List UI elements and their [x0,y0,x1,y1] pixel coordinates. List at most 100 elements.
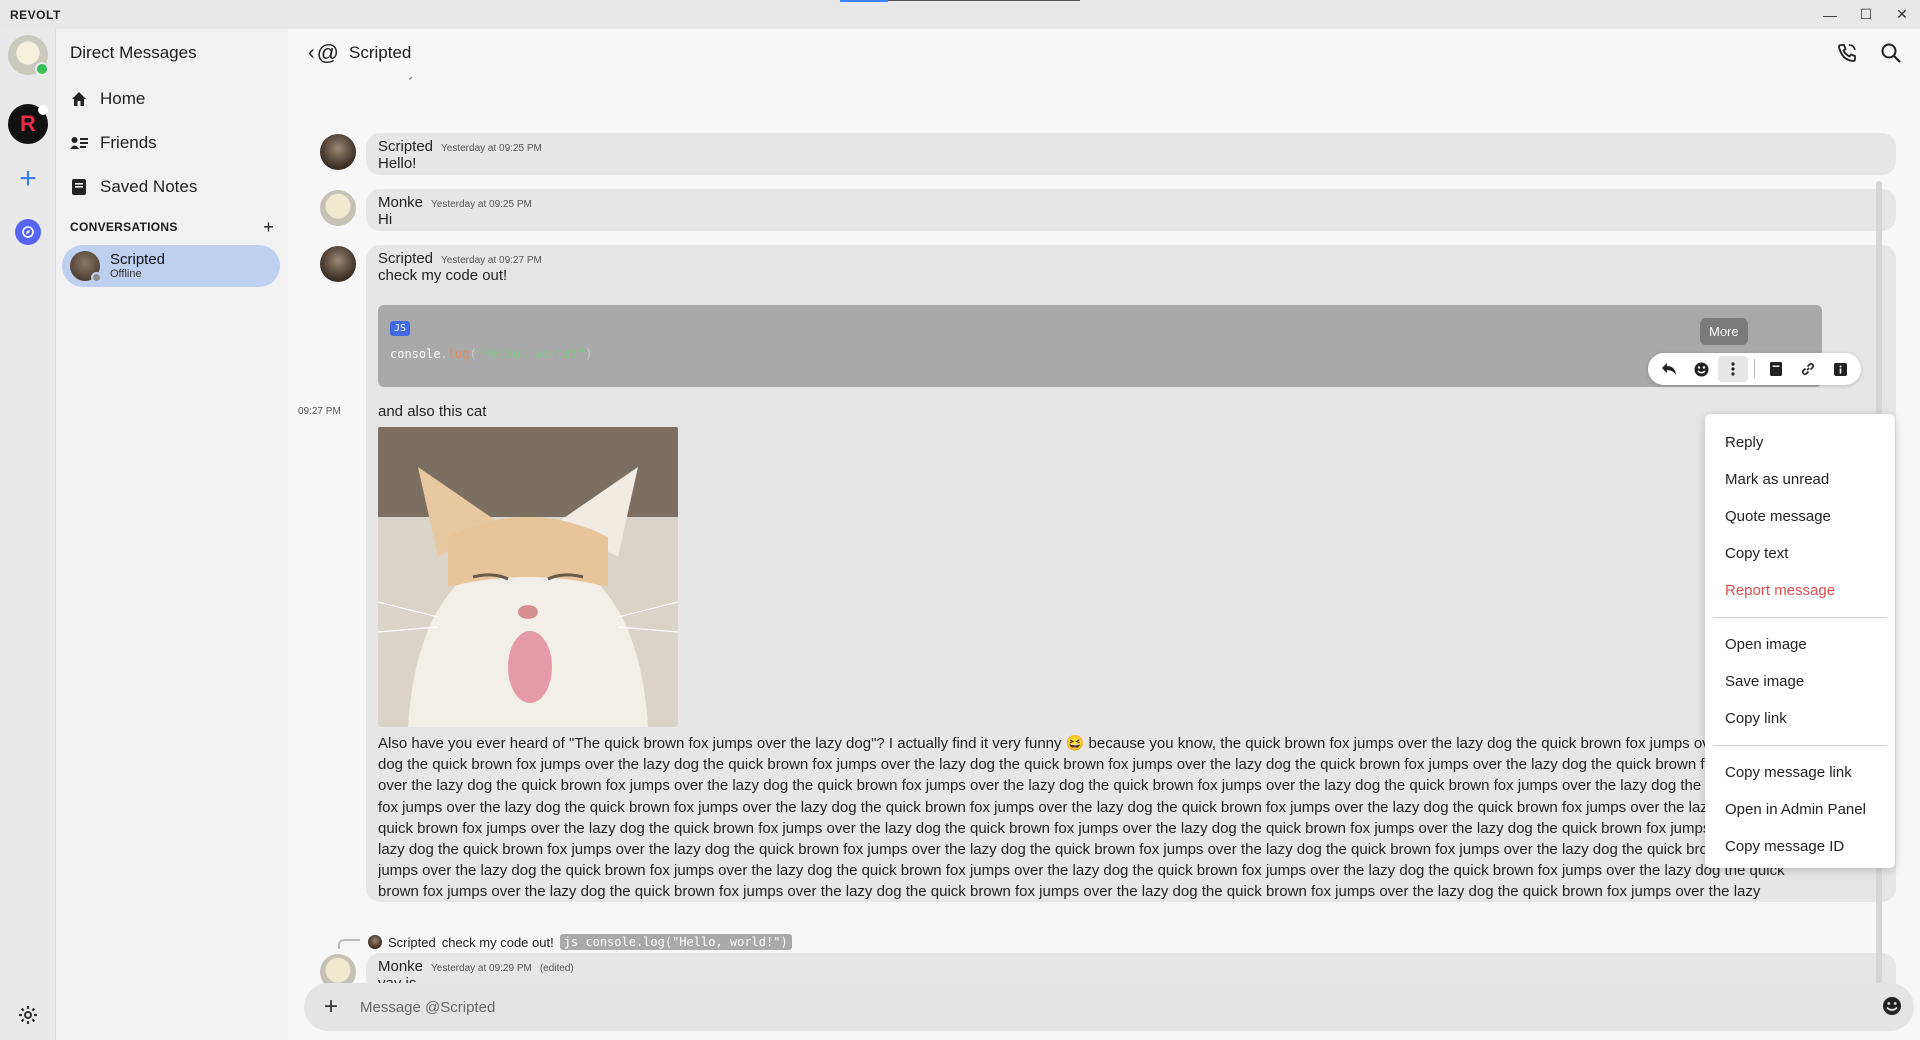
avatar [70,251,102,283]
friends-icon [70,134,88,152]
at-icon: @ [316,40,340,65]
message-author[interactable]: Scripted [378,138,433,155]
message[interactable]: and also this cat Also have you ever hea… [366,403,1896,902]
message-author[interactable]: Monke [378,194,423,211]
code-object: console [390,347,441,361]
save-note-icon[interactable] [1761,356,1791,382]
back-button[interactable]: ‹ [308,42,315,65]
chat-title: Scripted [349,43,412,62]
code-content: console.log("Hello, world!") [390,347,593,361]
maximize-button[interactable]: ☐ [1848,0,1884,29]
more-options-icon[interactable] [1718,356,1748,382]
code-language-badge: JS [390,321,411,336]
home-icon [70,90,88,108]
discover-button[interactable] [8,212,48,252]
code-string: "Hello, world!" [476,347,586,361]
message-composer: + [304,983,1914,1031]
message-list: Scripted Yesterday at 09:25 PM Hello! Mo… [288,77,1920,1031]
menu-item-mark-unread[interactable]: Mark as unread [1705,461,1895,498]
menu-item-reply[interactable]: Reply [1705,424,1895,461]
add-attachment-button[interactable]: + [316,993,346,1021]
sidebar-item-home[interactable]: Home [56,77,288,121]
message-group[interactable]: Scripted Yesterday at 09:27 PM check my … [366,245,1896,902]
message[interactable]: Monke Yesterday at 09:25 PM Hi [366,189,1896,231]
titlebar-accent [840,0,888,2]
menu-item-open-admin-panel[interactable]: Open in Admin Panel [1705,791,1895,828]
reply-reference[interactable]: Scripted check my code out! js console.l… [368,934,792,950]
reply-author: Scripted [388,934,436,950]
menu-item-copy-message-link[interactable]: Copy message link [1705,754,1895,791]
code-block[interactable]: JS console.log("Hello, world!") [378,305,1822,387]
dm-sidebar: Direct Messages Home Friends Saved Notes… [56,29,288,1040]
avatar[interactable] [320,246,356,282]
call-icon[interactable] [1836,42,1858,69]
avatar[interactable] [320,134,356,170]
code-function: log [447,347,470,361]
add-server-button[interactable]: + [8,159,48,199]
online-status-icon [35,62,49,76]
server-letter: R [20,111,36,136]
sidebar-item-friends[interactable]: Friends [56,121,288,165]
compass-icon [15,219,41,245]
avatar[interactable] [320,190,356,226]
message-text: and also this cat [378,403,487,420]
toolbar-divider [1754,359,1755,379]
cat-image[interactable] [378,427,678,727]
menu-item-copy-message-id[interactable]: Copy message ID [1705,828,1895,865]
chat-header: ‹ @ Scripted [288,29,1920,77]
reply-code: js console.log("Hello, world!") [559,934,792,950]
server-rail: R + [0,29,56,1040]
title-bar: REVOLT — ☐ ✕ [0,0,1920,29]
conversation-status: Offline [110,268,142,280]
avatar [368,935,382,949]
reply-icon[interactable] [1654,356,1684,382]
message-text: Hi [378,211,393,228]
info-icon[interactable] [1825,356,1855,382]
search-icon[interactable] [1880,42,1902,69]
offline-status-icon [91,272,102,283]
edited-label: (edited) [539,963,574,974]
menu-divider [1713,745,1887,746]
chat-area: ‹ @ Scripted This is the start of your c… [288,29,1920,1040]
user-avatar[interactable] [8,35,49,76]
menu-item-copy-link[interactable]: Copy link [1705,700,1895,737]
message-text: check my code out! [378,267,508,284]
message-text: Also have you ever heard of "The quick b… [378,735,1785,901]
new-conversation-button[interactable]: + [263,217,274,238]
notes-icon [70,178,88,196]
emoji-picker-icon[interactable] [1882,996,1902,1021]
message-input[interactable] [360,998,1810,1016]
message-timestamp: Yesterday at 09:25 PM [441,143,542,154]
conversation-name: Scripted [110,251,166,268]
more-tooltip: More [1700,318,1748,345]
sidebar-item-label: Home [100,89,146,108]
conversations-title: CONVERSATIONS [70,220,178,234]
sidebar-header: Direct Messages [70,43,197,62]
menu-item-report[interactable]: Report message [1705,572,1895,609]
settings-button[interactable] [8,997,48,1037]
close-button[interactable]: ✕ [1884,0,1920,29]
menu-item-copy-text[interactable]: Copy text [1705,535,1895,572]
minimize-button[interactable]: — [1812,0,1848,29]
server-icon-revolt[interactable]: R [8,104,48,144]
menu-item-save-image[interactable]: Save image [1705,663,1895,700]
message-timestamp: Yesterday at 09:25 PM [431,199,532,210]
message-author[interactable]: Monke [378,958,423,975]
menu-divider [1713,617,1887,618]
link-icon[interactable] [1793,356,1823,382]
menu-item-open-image[interactable]: Open image [1705,626,1895,663]
menu-item-quote[interactable]: Quote message [1705,498,1895,535]
conversation-item-scripted[interactable]: Scripted Offline [62,245,280,287]
sidebar-item-label: Friends [100,133,157,152]
reply-text: check my code out! [441,934,554,950]
message-text: Hello! [378,155,417,172]
message[interactable]: Scripted Yesterday at 09:25 PM Hello! [366,133,1896,175]
message-toolbar [1648,353,1861,385]
titlebar-divider [888,0,1080,1]
message-author[interactable]: Scripted [378,250,433,267]
emoji-reaction-icon[interactable] [1686,356,1716,382]
message-context-menu: Reply Mark as unread Quote message Copy … [1705,414,1895,868]
conversations-heading: CONVERSATIONS + [56,215,288,239]
reply-connector [338,939,360,949]
sidebar-item-saved-notes[interactable]: Saved Notes [56,165,288,209]
